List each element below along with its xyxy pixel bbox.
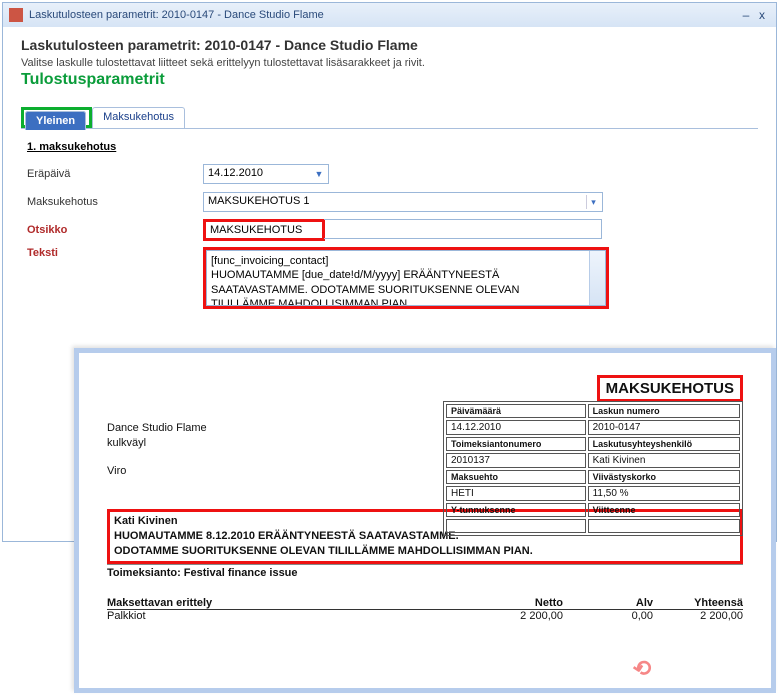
textarea-text[interactable]: [func_invoicing_contact] HUOMAUTAMME [du… xyxy=(206,250,606,306)
titlebar: Laskutulosteen parametrit: 2010-0147 - D… xyxy=(3,3,776,27)
hdr-invno: Laskun numero xyxy=(588,404,740,418)
row-vat: 0,00 xyxy=(563,610,653,622)
text-value: [func_invoicing_contact] HUOMAUTAMME [du… xyxy=(211,254,601,306)
label-reminder: Maksukehotus xyxy=(27,196,203,208)
val-date: 14.12.2010 xyxy=(446,420,586,435)
row-text: Teksti [func_invoicing_contact] HUOMAUTA… xyxy=(27,247,752,309)
val-interest: 11,50 % xyxy=(588,486,740,501)
row-due-date: Eräpäivä 14.12.2010 ▼ xyxy=(27,163,752,185)
hdr-interest: Viivästyskorko xyxy=(588,470,740,484)
val-term: HETI xyxy=(446,486,586,501)
highlight-general-tab: Yleinen xyxy=(21,107,92,128)
row-total: 2 200,00 xyxy=(653,610,743,622)
grid-h-net: Netto xyxy=(473,597,563,609)
chevron-down-icon[interactable]: ▾ xyxy=(586,195,600,209)
hdr-contact: Laskutusyhteyshenkilö xyxy=(588,437,740,451)
hdr-vat: Y-tunnuksenne xyxy=(446,503,586,517)
val-invno: 2010-0147 xyxy=(588,420,740,435)
val-contact: Kati Kivinen xyxy=(588,453,740,468)
highlight-title-input: MAKSUKEHOTUS xyxy=(203,219,325,241)
label-title: Otsikko xyxy=(27,224,203,236)
app-icon xyxy=(9,8,23,22)
input-title-rest[interactable] xyxy=(324,219,602,239)
scrollbar[interactable] xyxy=(589,251,605,305)
breakdown-grid: Maksettavan erittely Netto Alv Yhteensä … xyxy=(107,597,743,622)
table-row: Palkkiot 2 200,00 0,00 2 200,00 xyxy=(107,610,743,622)
hdr-assign: Toimeksiantonumero xyxy=(446,437,586,451)
tabbar: Yleinen Maksukehotus xyxy=(21,107,758,129)
input-due-date[interactable]: 14.12.2010 ▼ xyxy=(203,164,329,184)
close-button[interactable]: x xyxy=(754,8,770,22)
preview-document: MAKSUKEHOTUS Dance Studio Flame kulkväyl… xyxy=(74,348,776,693)
chevron-down-icon[interactable]: ▼ xyxy=(312,167,326,181)
row-reminder: Maksukehotus MAKSUKEHOTUS 1 ▾ xyxy=(27,191,752,213)
window-title: Laskutulosteen parametrit: 2010-0147 - D… xyxy=(29,9,324,21)
val-assign: 2010137 xyxy=(446,453,586,468)
label-due-date: Eräpäivä xyxy=(27,168,203,180)
info-table: Päivämäärä Laskun numero 14.12.2010 2010… xyxy=(443,401,743,536)
label-text: Teksti xyxy=(27,247,203,259)
input-title[interactable]: MAKSUKEHOTUS xyxy=(206,222,322,238)
grid-h-vat: Alv xyxy=(563,597,653,609)
doc-title: MAKSUKEHOTUS xyxy=(597,375,743,402)
page-subtitle: Valitse laskulle tulostettavat liitteet … xyxy=(21,57,758,69)
val-vat xyxy=(446,519,586,533)
assignment-line: Toimeksianto: Festival finance issue xyxy=(107,564,743,581)
grid-h-total: Yhteensä xyxy=(653,597,743,609)
tab-general[interactable]: Yleinen xyxy=(25,111,86,130)
due-date-value: 14.12.2010 xyxy=(208,167,263,179)
select-reminder[interactable]: MAKSUKEHOTUS 1 ▾ xyxy=(203,192,603,212)
tab-reminder[interactable]: Maksukehotus xyxy=(92,107,185,128)
hdr-term: Maksuehto xyxy=(446,470,586,484)
reminder-value: MAKSUKEHOTUS 1 xyxy=(208,195,309,207)
highlight-text-area: [func_invoicing_contact] HUOMAUTAMME [du… xyxy=(203,247,609,309)
title-value: MAKSUKEHOTUS xyxy=(210,224,302,236)
notice-line2: ODOTAMME SUORITUKSENNE OLEVAN TILILLÄMME… xyxy=(114,544,736,559)
section-heading: 1. maksukehotus xyxy=(27,141,752,153)
watermark-icon: ⟲ xyxy=(630,654,653,683)
row-net: 2 200,00 xyxy=(473,610,563,622)
row-title: Otsikko MAKSUKEHOTUS xyxy=(27,219,752,241)
hdr-ref: Viitteenne xyxy=(588,503,740,517)
print-params-label: Tulostusparametrit xyxy=(21,71,758,89)
grid-h-main: Maksettavan erittely xyxy=(107,597,473,609)
page-title: Laskutulosteen parametrit: 2010-0147 - D… xyxy=(21,37,758,53)
hdr-date: Päivämäärä xyxy=(446,404,586,418)
val-ref xyxy=(588,519,740,533)
row-label: Palkkiot xyxy=(107,610,473,622)
minimize-button[interactable]: – xyxy=(738,8,754,22)
